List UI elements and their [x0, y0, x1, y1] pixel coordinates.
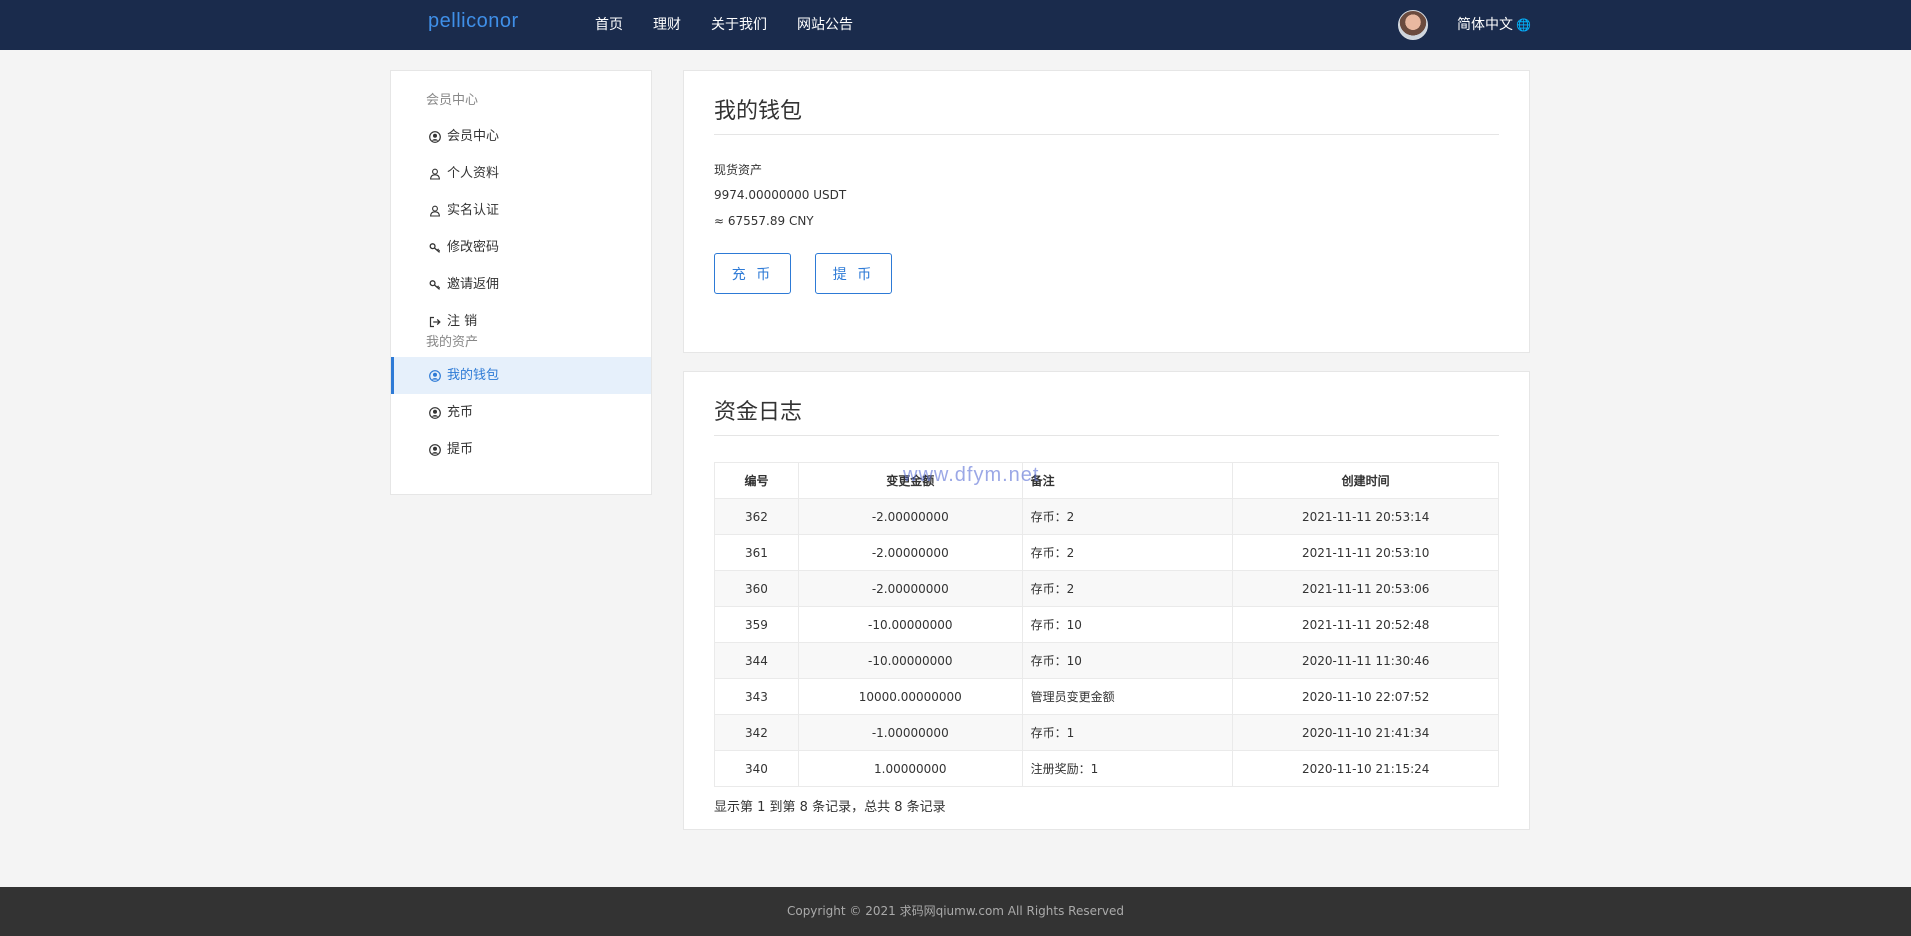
cell-note: 存币：2 [1021, 498, 1234, 535]
table-summary: 显示第 1 到第 8 条记录，总共 8 条记录 [714, 800, 946, 815]
user-icon [429, 205, 441, 217]
balance-usdt: 9974.00000000 USDT [714, 188, 847, 202]
sidebar-group-assets: 我的资产 [426, 335, 479, 350]
cell-note: 注册奖励：1 [1021, 750, 1234, 787]
language-switcher[interactable]: 简体中文 🌐 [1457, 0, 1531, 50]
divider [714, 435, 1499, 436]
col-created[interactable]: 创建时间 [1232, 462, 1499, 499]
wallet-title: 我的钱包 [714, 99, 803, 124]
cell-amount: -2.00000000 [797, 534, 1023, 571]
translate-icon: 🌐 [1516, 18, 1531, 32]
key-icon [429, 279, 441, 291]
avatar[interactable] [1398, 10, 1428, 40]
sidebar-item-assets-2[interactable]: 提币 [391, 431, 651, 468]
cell-id: 340 [714, 750, 799, 787]
cell-id: 362 [714, 498, 799, 535]
user-circle-icon [429, 130, 441, 143]
sidebar-item-label: 个人资料 [447, 166, 500, 181]
user-circle-icon [429, 406, 441, 419]
sidebar-item-assets-0[interactable]: 我的钱包 [391, 357, 651, 394]
col-id[interactable]: 编号 [714, 462, 799, 499]
sidebar: 会员中心 会员中心 个人资料 实名认证 修改密码 邀请返佣注 销 我的资产 我的钱包 充币… [390, 70, 652, 495]
cell-amount: -2.00000000 [797, 570, 1023, 607]
sidebar-item-label: 提币 [447, 442, 474, 457]
sidebar-item-assets-1[interactable]: 充币 [391, 394, 651, 431]
footer: Copyright © 2021 求码网qiumw.com All Rights… [0, 887, 1911, 936]
nav-home[interactable]: 首页 [595, 0, 623, 50]
asset-label: 现货资产 [714, 163, 763, 177]
sidebar-item-member-4[interactable]: 邀请返佣 [391, 266, 651, 303]
cell-created: 2020-11-10 22:07:52 [1232, 678, 1499, 715]
col-note[interactable]: 备注 [1021, 462, 1234, 499]
cell-created: 2020-11-10 21:41:34 [1232, 714, 1499, 751]
cell-note: 存币：10 [1021, 606, 1234, 643]
cell-amount: 10000.00000000 [797, 678, 1023, 715]
main-nav: 首页 理财 关于我们 网站公告 [595, 0, 883, 50]
cell-created: 2021-11-11 20:53:06 [1232, 570, 1499, 607]
cell-amount: -1.00000000 [797, 714, 1023, 751]
sidebar-group-member: 会员中心 [426, 93, 479, 108]
cell-id: 344 [714, 642, 799, 679]
user-circle-icon [429, 443, 441, 456]
withdraw-button[interactable]: 提 币 [815, 253, 892, 294]
sidebar-item-label: 会员中心 [447, 129, 500, 144]
sidebar-item-member-2[interactable]: 实名认证 [391, 192, 651, 229]
cell-id: 343 [714, 678, 799, 715]
cell-note: 存币：2 [1021, 570, 1234, 607]
table-row: 340 1.00000000 注册奖励：1 2020-11-10 21:15:24 [714, 750, 1499, 787]
nav-announcements[interactable]: 网站公告 [797, 0, 853, 50]
cell-created: 2020-11-10 21:15:24 [1232, 750, 1499, 787]
table-row: 360 -2.00000000 存币：2 2021-11-11 20:53:06 [714, 570, 1499, 607]
cell-note: 存币：1 [1021, 714, 1234, 751]
sidebar-item-member-0[interactable]: 会员中心 [391, 118, 651, 155]
divider [714, 134, 1499, 135]
sidebar-item-label: 修改密码 [447, 240, 500, 255]
table-row: 343 10000.00000000 管理员变更金额 2020-11-10 22:07… [714, 678, 1499, 715]
table-header-row: 编号 变更金额 备注 创建时间 [714, 462, 1499, 499]
top-navbar: pelliconor 首页 理财 关于我们 网站公告 简体中文 🌐 [0, 0, 1911, 50]
col-amount[interactable]: 变更金额 [797, 462, 1023, 499]
table-row: 362 -2.00000000 存币：2 2021-11-11 20:53:14 [714, 498, 1499, 535]
cell-id: 361 [714, 534, 799, 571]
table-row: 342 -1.00000000 存币：1 2020-11-10 21:41:34 [714, 714, 1499, 751]
cell-created: 2021-11-11 20:52:48 [1232, 606, 1499, 643]
cell-id: 360 [714, 570, 799, 607]
cell-amount: -10.00000000 [797, 606, 1023, 643]
sidebar-item-member-3[interactable]: 修改密码 [391, 229, 651, 266]
cell-note: 管理员变更金额 [1021, 678, 1234, 715]
nav-about[interactable]: 关于我们 [711, 0, 767, 50]
cell-note: 存币：2 [1021, 534, 1234, 571]
sidebar-item-label: 实名认证 [447, 203, 500, 218]
log-title: 资金日志 [714, 400, 803, 425]
cell-amount: -2.00000000 [797, 498, 1023, 535]
fund-log-panel: 资金日志 编号 变更金额 备注 创建时间 362 -2.00000000 存币：2 2… [683, 371, 1530, 830]
cell-created: 2021-11-11 20:53:14 [1232, 498, 1499, 535]
user-icon [429, 168, 441, 180]
key-icon [429, 242, 441, 254]
sidebar-item-label: 邀请返佣 [447, 277, 500, 292]
language-label: 简体中文 [1457, 17, 1513, 33]
cell-id: 342 [714, 714, 799, 751]
sign-out-icon [429, 316, 441, 328]
cell-note: 存币：10 [1021, 642, 1234, 679]
wallet-panel: 我的钱包 现货资产 9974.00000000 USDT ≈ 67557.89 … [683, 70, 1530, 353]
cell-created: 2020-11-11 11:30:46 [1232, 642, 1499, 679]
sidebar-item-member-1[interactable]: 个人资料 [391, 155, 651, 192]
cell-amount: 1.00000000 [797, 750, 1023, 787]
user-circle-icon [429, 369, 441, 382]
table-row: 344 -10.00000000 存币：10 2020-11-11 11:30:46 [714, 642, 1499, 679]
table-row: 361 -2.00000000 存币：2 2021-11-11 20:53:10 [714, 534, 1499, 571]
brand-logo[interactable]: pelliconor [428, 10, 519, 33]
nav-finance[interactable]: 理财 [653, 0, 681, 50]
balance-cny: ≈ 67557.89 CNY [714, 214, 814, 228]
cell-amount: -10.00000000 [797, 642, 1023, 679]
cell-id: 359 [714, 606, 799, 643]
table-row: 359 -10.00000000 存币：10 2021-11-11 20:52:48 [714, 606, 1499, 643]
sidebar-item-label: 我的钱包 [447, 368, 500, 383]
deposit-button[interactable]: 充 币 [714, 253, 791, 294]
cell-created: 2021-11-11 20:53:10 [1232, 534, 1499, 571]
sidebar-item-label: 充币 [447, 405, 474, 420]
fund-log-table: 编号 变更金额 备注 创建时间 362 -2.00000000 存币：2 2021-1… [714, 462, 1499, 787]
